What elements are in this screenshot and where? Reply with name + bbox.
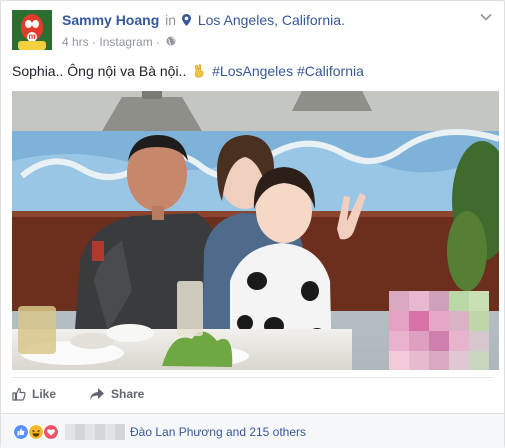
hashtag-link[interactable]: #LosAngeles (212, 63, 293, 79)
post-card: m Sammy Hoang in Los Angeles, California… (0, 0, 505, 448)
share-button[interactable]: Share (89, 386, 144, 401)
meta-separator: · (92, 34, 97, 49)
love-reaction-icon (43, 424, 59, 440)
location-link[interactable]: Los Angeles, California. (198, 12, 345, 28)
like-button[interactable]: Like (12, 386, 56, 401)
like-label: Like (32, 386, 57, 401)
avatar[interactable]: m (12, 10, 52, 50)
author-name-link[interactable]: Sammy Hoang (62, 12, 159, 28)
post-message: Sophia.. Ông nội va Bà nội.. #LosAngeles… (12, 63, 364, 79)
post-header: m Sammy Hoang in Los Angeles, California… (12, 10, 494, 52)
haha-reaction-icon (28, 424, 44, 440)
chevron-down-icon[interactable] (480, 12, 492, 22)
post-message-text: Sophia.. Ông nội va Bà nội.. (12, 63, 187, 79)
reactions-bar[interactable]: Đào Lan Phương and 215 others (1, 413, 504, 448)
victory-hand-emoji (195, 64, 204, 78)
blurred-names-area (65, 424, 125, 440)
post-meta: 4 hrs · Instagram · (62, 34, 176, 49)
like-reaction-icon (13, 424, 29, 440)
share-arrow-icon (90, 387, 104, 400)
pixelated-blur-area (389, 291, 489, 370)
post-photo[interactable] (12, 91, 499, 370)
meta-separator: · (156, 34, 161, 49)
share-label: Share (111, 386, 145, 401)
hashtag-link[interactable]: #California (297, 63, 364, 79)
in-label: in (165, 12, 177, 28)
reaction-people-link[interactable]: Đào Lan Phương and 215 others (130, 425, 306, 439)
location-pin-icon (181, 14, 191, 26)
photo-illustration (12, 91, 499, 370)
post-actions: Like Share (12, 377, 493, 412)
timestamp-link[interactable]: 4 hrs (62, 35, 89, 49)
globe-icon[interactable] (166, 36, 176, 46)
source-label: Instagram (99, 34, 153, 49)
thumbs-up-icon (12, 387, 26, 401)
post-title-line: Sammy Hoang in Los Angeles, California. (62, 12, 345, 28)
